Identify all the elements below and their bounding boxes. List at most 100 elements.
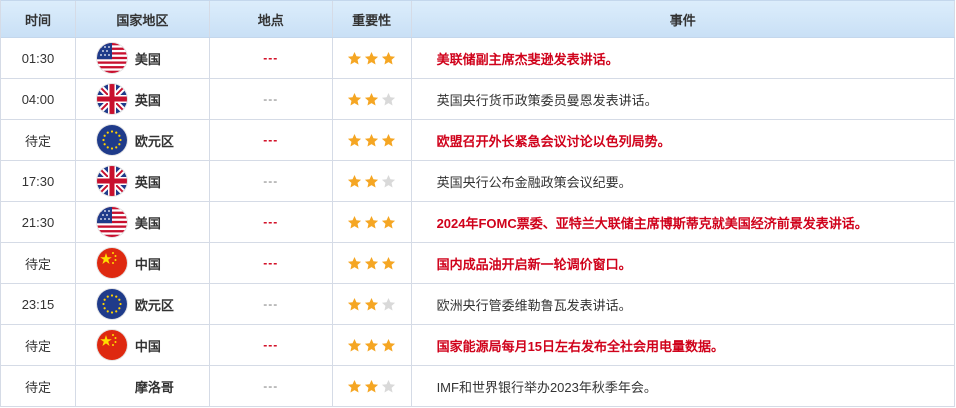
place-cell: --- (210, 366, 333, 406)
star-empty-icon (381, 174, 396, 189)
importance-cell (333, 120, 412, 160)
event-time: 待定 (24, 379, 51, 395)
table-row[interactable]: 17:30 英国 --- 英国央行公布金融政策会议纪要。 (1, 161, 955, 202)
importance-stars (347, 174, 396, 189)
time-cell: 待定 (1, 243, 76, 283)
table-row[interactable]: 01:30 美国 --- 美联储副主席杰斐逊发表讲话。 (1, 38, 955, 79)
star-filled-icon (364, 51, 379, 66)
star-filled-icon (347, 256, 362, 271)
event-place: --- (263, 379, 279, 393)
country-name: 欧元区 (134, 297, 174, 313)
economic-calendar-table: 时间 国家地区 地点 重要性 事件 01:30 美国 --- 美联储副主席杰斐逊发表讲… (0, 0, 955, 407)
event-description: 欧洲央行管委维勒鲁瓦发表讲话。 (436, 297, 632, 313)
place-cell: --- (210, 38, 333, 78)
star-filled-icon (381, 133, 396, 148)
place-cell: --- (210, 202, 333, 242)
star-empty-icon (381, 297, 396, 312)
importance-stars (347, 133, 396, 148)
event-place: --- (263, 215, 279, 229)
importance-stars (347, 215, 396, 230)
uk-flag-icon (96, 84, 127, 114)
star-filled-icon (364, 297, 379, 312)
star-filled-icon (364, 174, 379, 189)
header-country: 国家地区 (76, 1, 210, 37)
eu-flag-icon (96, 289, 127, 319)
event-place: --- (263, 256, 279, 270)
star-filled-icon (364, 338, 379, 353)
importance-stars (347, 51, 396, 66)
place-cell: --- (210, 243, 333, 283)
star-filled-icon (347, 174, 362, 189)
place-cell: --- (210, 120, 333, 160)
header-time: 时间 (1, 1, 76, 37)
event-cell: IMF和世界银行举办2023年秋季年会。 (412, 366, 955, 406)
event-place: --- (263, 338, 279, 352)
table-row[interactable]: 待定 中国 --- 国家能源局每月15日左右发布全社会用电量数据。 (1, 325, 955, 366)
time-cell: 待定 (1, 325, 76, 365)
event-cell: 欧洲央行管委维勒鲁瓦发表讲话。 (412, 284, 955, 324)
country-cell: 英国 (76, 79, 210, 119)
event-place: --- (263, 51, 279, 65)
time-cell: 21:30 (1, 202, 76, 242)
country-name: 欧元区 (134, 133, 174, 149)
country-cell: 欧元区 (76, 120, 210, 160)
importance-cell (333, 284, 412, 324)
event-cell: 2024年FOMC票委、亚特兰大联储主席博斯蒂克就美国经济前景发表讲话。 (412, 202, 955, 242)
country-name: 中国 (134, 256, 161, 272)
star-filled-icon (347, 92, 362, 107)
importance-cell (333, 79, 412, 119)
event-cell: 英国央行公布金融政策会议纪要。 (412, 161, 955, 201)
event-cell: 国家能源局每月15日左右发布全社会用电量数据。 (412, 325, 955, 365)
star-filled-icon (347, 297, 362, 312)
event-cell: 英国央行货币政策委员曼恩发表讲话。 (412, 79, 955, 119)
time-cell: 04:00 (1, 79, 76, 119)
importance-cell (333, 243, 412, 283)
country-name: 摩洛哥 (134, 379, 174, 395)
country-cell: 英国 (76, 161, 210, 201)
importance-cell (333, 38, 412, 78)
event-time: 04:00 (21, 91, 55, 107)
country-cell: 摩洛哥 (76, 366, 210, 406)
table-row[interactable]: 待定 欧元区 --- 欧盟召开外长紧急会议讨论以色列局势。 (1, 120, 955, 161)
header-importance: 重要性 (333, 1, 412, 37)
table-row[interactable]: 21:30 美国 --- 2024年FOMC票委、亚特兰大联储主席博斯蒂克就美国经济前… (1, 202, 955, 243)
table-row[interactable]: 04:00 英国 --- 英国央行货币政策委员曼恩发表讲话。 (1, 79, 955, 120)
star-empty-icon (381, 92, 396, 107)
header-place: 地点 (210, 1, 333, 37)
importance-cell (333, 366, 412, 406)
cn-flag-icon (96, 330, 127, 360)
event-time: 23:15 (21, 296, 55, 312)
place-cell: --- (210, 325, 333, 365)
star-filled-icon (347, 338, 362, 353)
table-row[interactable]: 23:15 欧元区 --- 欧洲央行管委维勒鲁瓦发表讲话。 (1, 284, 955, 325)
place-cell: --- (210, 284, 333, 324)
event-cell: 国内成品油开启新一轮调价窗口。 (412, 243, 955, 283)
country-name: 英国 (134, 174, 161, 190)
table-row[interactable]: 待定 中国 --- 国内成品油开启新一轮调价窗口。 (1, 243, 955, 284)
eu-flag-icon (96, 125, 127, 155)
country-name: 美国 (134, 215, 161, 231)
country-cell: 欧元区 (76, 284, 210, 324)
event-description: 2024年FOMC票委、亚特兰大联储主席博斯蒂克就美国经济前景发表讲话。 (436, 215, 868, 231)
event-description: 国内成品油开启新一轮调价窗口。 (436, 256, 632, 272)
table-row[interactable]: 待定 摩洛哥 --- IMF和世界银行举办2023年秋季年会。 (1, 366, 955, 407)
time-cell: 17:30 (1, 161, 76, 201)
event-cell: 美联储副主席杰斐逊发表讲话。 (412, 38, 955, 78)
country-cell: 美国 (76, 202, 210, 242)
event-description: IMF和世界银行举办2023年秋季年会。 (436, 379, 657, 395)
time-cell: 01:30 (1, 38, 76, 78)
importance-stars (347, 379, 396, 394)
country-name: 美国 (134, 51, 161, 67)
uk-flag-icon (96, 166, 127, 196)
star-filled-icon (381, 215, 396, 230)
place-cell: --- (210, 79, 333, 119)
event-place: --- (263, 174, 279, 188)
event-time: 待定 (24, 256, 51, 272)
event-time: 待定 (24, 338, 51, 354)
table-body: 01:30 美国 --- 美联储副主席杰斐逊发表讲话。 04:00 英国 --- 英国央行货币… (1, 38, 955, 407)
star-filled-icon (381, 338, 396, 353)
star-filled-icon (381, 256, 396, 271)
star-filled-icon (347, 51, 362, 66)
header-event: 事件 (412, 1, 955, 37)
cn-flag-icon (96, 248, 127, 278)
